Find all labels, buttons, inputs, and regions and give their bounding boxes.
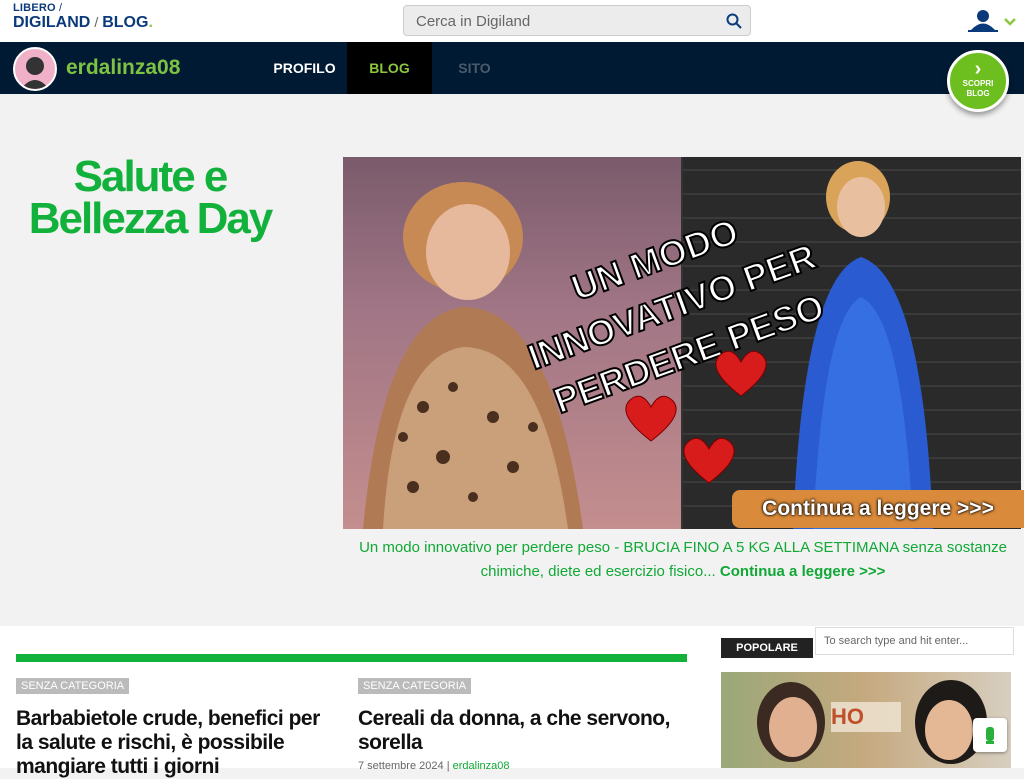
search-icon[interactable] xyxy=(726,13,742,34)
section-divider xyxy=(16,654,687,662)
logo-digiland: DIGILAND xyxy=(13,14,91,31)
chevron-right-icon: › xyxy=(974,58,982,80)
chevron-down-icon[interactable] xyxy=(1003,14,1017,32)
search-input[interactable]: Cerca in Digiland xyxy=(403,5,751,36)
tab-blog[interactable]: BLOG xyxy=(347,42,432,94)
tab-profilo[interactable]: PROFILO xyxy=(262,42,347,94)
category-badge[interactable]: SENZA CATEGORIA xyxy=(358,678,472,694)
post-title-2[interactable]: Cereali da donna, a che servono, sorella xyxy=(358,707,678,755)
excerpt-text: Un modo innovativo per perdere peso - BR… xyxy=(359,539,1007,580)
scopri-blog-button[interactable]: › SCOPRI BLOG xyxy=(947,50,1009,112)
logo-libero: LIBERO xyxy=(13,2,56,14)
shield-icon xyxy=(986,727,994,744)
avatar[interactable] xyxy=(13,47,57,91)
image-overlay: UN MODO INNOVATIVO PER PERDERE PESO xyxy=(522,209,830,484)
post-date: 7 settembre 2024 xyxy=(358,760,444,772)
post-author-link[interactable]: erdalinza08 xyxy=(453,760,510,772)
search-placeholder: Cerca in Digiland xyxy=(416,13,531,30)
top-bar: LIBERO / DIGILAND / BLOG. Cerca in Digilan… xyxy=(0,0,1024,43)
featured-post-excerpt: Un modo innovativo per perdere peso - BR… xyxy=(346,536,1020,584)
popular-post-image[interactable]: HO xyxy=(721,672,1011,768)
logo-blog: BLOG xyxy=(102,14,149,31)
sidebar-search-input[interactable]: To search type and hit enter... xyxy=(815,627,1014,655)
continue-reading-banner[interactable]: Continua a leggere >>> xyxy=(732,490,1024,528)
popular-heading: POPOLARE xyxy=(721,638,813,658)
featured-post-image[interactable]: UN MODO INNOVATIVO PER PERDERE PESO xyxy=(343,157,1021,529)
digiland-blog-logo[interactable]: LIBERO / DIGILAND / BLOG. xyxy=(13,3,153,31)
username-link[interactable]: erdalinza08 xyxy=(66,56,180,80)
post-title-1[interactable]: Barbabietole crude, benefici per la salu… xyxy=(16,707,336,779)
post-meta: 7 settembre 2024 | erdalinza08 xyxy=(358,760,510,772)
shield-button[interactable] xyxy=(973,718,1007,752)
sidebar-search-placeholder: To search type and hit enter... xyxy=(824,635,969,647)
read-more-link[interactable]: Continua a leggere >>> xyxy=(720,563,885,580)
user-icon[interactable] xyxy=(968,9,998,38)
tab-sito[interactable]: SITO xyxy=(432,42,517,94)
blog-title[interactable]: Salute e Bellezza Day xyxy=(10,155,290,241)
blog-nav-bar: erdalinza08 PROFILO BLOG SITO xyxy=(0,42,1024,94)
category-badge[interactable]: SENZA CATEGORIA xyxy=(16,678,130,694)
popular-image-text: HO xyxy=(831,704,864,729)
